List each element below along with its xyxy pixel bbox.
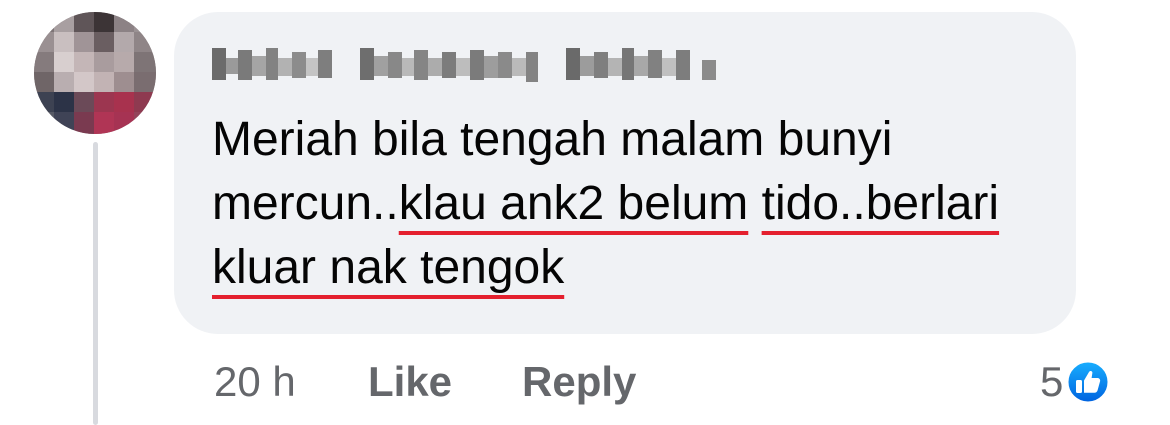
reaction-count: 5	[1040, 358, 1064, 405]
reply-button[interactable]: Reply	[522, 354, 636, 410]
author-avatar[interactable]	[34, 12, 156, 134]
thumbs-up-icon	[1065, 359, 1111, 405]
like-button[interactable]: Like	[368, 354, 452, 410]
comment-text-underlined-1: klau ank2 belum	[398, 177, 749, 230]
comment-text: Meriah bila tengah malam bunyi mercun..k…	[212, 108, 1062, 300]
author-name[interactable]: Hafiz Hashim Fakir	[212, 42, 728, 86]
reaction-summary[interactable]: 5	[1040, 354, 1111, 410]
comment-timestamp[interactable]: 20 h	[214, 354, 296, 410]
thread-line	[93, 142, 98, 425]
